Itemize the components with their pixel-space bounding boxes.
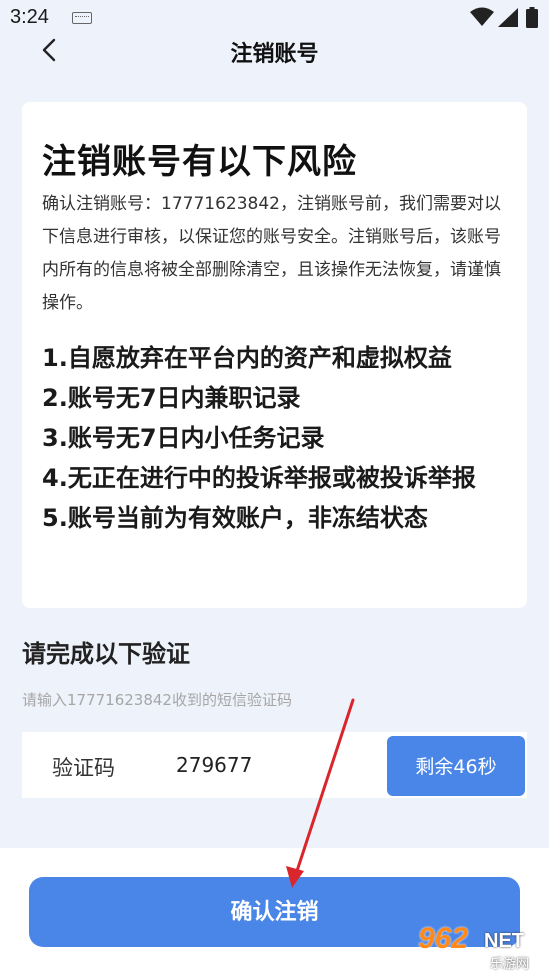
watermark-net: NET: [484, 930, 524, 952]
code-input[interactable]: [172, 746, 380, 784]
wifi-icon: [470, 7, 494, 26]
verification-title: 请完成以下验证: [22, 640, 190, 668]
watermark-number: 962: [418, 922, 469, 955]
risk-item: 1.自愿放弃在平台内的资产和虚拟权益: [42, 344, 452, 372]
risk-item: 2.账号无7日内兼职记录: [42, 384, 301, 412]
resend-countdown-button[interactable]: 剩余46秒: [387, 736, 525, 796]
risk-description: 确认注销账号：17771623842，注销账号前，我们需要对以下信息进行审核，以…: [42, 194, 501, 313]
signal-icon: [498, 8, 518, 27]
code-row: 验证码 剩余46秒: [22, 732, 527, 798]
nav-bar: 注销账号: [0, 36, 549, 92]
battery-icon: [526, 7, 538, 28]
status-time: 3:24: [10, 6, 49, 28]
risk-item: 3.账号无7日内小任务记录: [42, 424, 325, 452]
watermark-logo: 962 NET 乐游网: [410, 922, 544, 972]
page-title: 注销账号: [230, 42, 319, 67]
risk-title: 注销账号有以下风险: [42, 142, 357, 182]
code-label: 验证码: [52, 756, 115, 780]
keyboard-icon: [72, 12, 92, 24]
risk-item: 5.账号当前为有效账户，非冻结状态: [42, 504, 428, 532]
status-bar: 3:24: [0, 0, 549, 36]
risk-list: 1.自愿放弃在平台内的资产和虚拟权益 2.账号无7日内兼职记录 3.账号无7日内…: [42, 338, 522, 538]
risk-card: 注销账号有以下风险 确认注销账号：17771623842，注销账号前，我们需要对…: [22, 102, 527, 608]
risk-item: 4.无正在进行中的投诉举报或被投诉举报: [42, 464, 476, 492]
verification-hint: 请输入17771623842收到的短信验证码: [22, 691, 292, 709]
watermark-sub: 乐游网: [490, 957, 530, 972]
